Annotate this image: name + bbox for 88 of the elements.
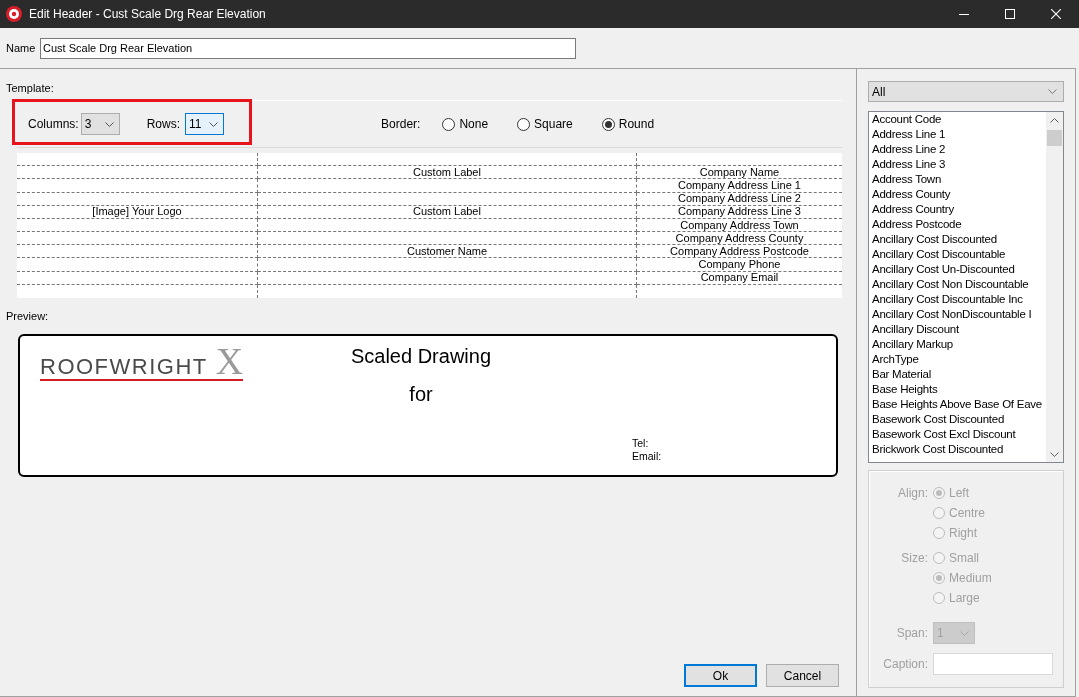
- contact-label: Email:: [632, 450, 662, 463]
- dialog-button[interactable]: Cancel: [766, 664, 839, 687]
- list-item[interactable]: Ancillary Cost Non Discountable: [869, 277, 1046, 292]
- chevron-down-icon: [104, 121, 114, 127]
- list-item[interactable]: Base Heights: [869, 382, 1046, 397]
- list-item[interactable]: Address Line 3: [869, 157, 1046, 172]
- scrollbar-thumb[interactable]: [1047, 130, 1062, 146]
- list-item[interactable]: Base Heights Above Base Of Eave: [869, 397, 1046, 412]
- list-item[interactable]: Basework Cost Excl Discount: [869, 427, 1046, 442]
- name-label: Name: [6, 42, 37, 54]
- template-cell[interactable]: Company Address County: [637, 232, 842, 246]
- list-item[interactable]: Ancillary Cost Discountable Inc: [869, 292, 1046, 307]
- chevron-down-icon: [960, 630, 969, 636]
- template-cell[interactable]: [17, 258, 258, 272]
- template-cell[interactable]: [258, 271, 637, 285]
- logo-wordmark: ROOFWRIGHT X: [40, 346, 244, 381]
- border-label: Border:: [381, 117, 421, 131]
- scrollbar[interactable]: [1046, 112, 1063, 462]
- property-label: Caption:: [882, 656, 928, 673]
- rows-label: Rows:: [146, 117, 181, 131]
- template-cell[interactable]: [17, 232, 258, 246]
- section-label: Template:: [6, 81, 54, 95]
- list-item[interactable]: Bar Material: [869, 367, 1046, 382]
- template-cell[interactable]: [258, 153, 637, 167]
- list-item[interactable]: Ancillary Cost Discounted: [869, 232, 1046, 247]
- property-label: Size:: [900, 550, 928, 567]
- list-item[interactable]: Ancillary Markup: [869, 337, 1046, 352]
- template-cell[interactable]: Company Address Line 1: [637, 179, 842, 193]
- template-cell[interactable]: [258, 232, 637, 246]
- template-cell[interactable]: Company Address Town: [637, 218, 842, 233]
- maximize-icon[interactable]: [1005, 9, 1015, 19]
- template-cell[interactable]: [258, 218, 637, 233]
- list-item[interactable]: Account Code: [869, 112, 1046, 127]
- contact-label: Tel:: [632, 437, 649, 450]
- dialog-button[interactable]: Ok: [684, 664, 757, 687]
- list-item[interactable]: Address Town: [869, 172, 1046, 187]
- list-item[interactable]: Basework Cost Discounted: [869, 412, 1046, 427]
- property-label: Align:: [896, 485, 928, 502]
- template-cell[interactable]: Custom Label: [258, 166, 637, 180]
- list-item[interactable]: Ancillary Cost Discountable: [869, 247, 1046, 262]
- list-item[interactable]: ArchType: [869, 352, 1046, 367]
- template-cell[interactable]: [17, 153, 258, 167]
- radio-option[interactable]: Round: [601, 117, 655, 131]
- list-item[interactable]: Ancillary Cost NonDiscountable I: [869, 307, 1046, 322]
- chevron-down-icon: [1050, 451, 1059, 457]
- list-item[interactable]: Address Line 1: [869, 127, 1046, 142]
- template-cell[interactable]: Company Phone: [637, 258, 842, 272]
- minimize-icon[interactable]: [959, 13, 969, 15]
- template-cell[interactable]: [Image] Your Logo: [17, 205, 258, 219]
- columns-label: Columns:: [28, 117, 79, 131]
- rows-dropdown[interactable]: 11: [185, 113, 225, 135]
- chevron-down-icon: [1048, 89, 1057, 94]
- chevron-down-icon: [209, 121, 219, 127]
- radio-option[interactable]: Square: [517, 117, 573, 131]
- list-item[interactable]: Address Country: [869, 202, 1046, 217]
- template-cell[interactable]: Customer Name: [258, 245, 637, 259]
- filter-dropdown[interactable]: All: [868, 81, 1064, 102]
- template-cell[interactable]: [17, 179, 258, 193]
- preview-title: Scaled Drawing: [350, 344, 492, 368]
- template-cell[interactable]: Company Address Line 3: [637, 205, 842, 219]
- list-item[interactable]: Address Line 2: [869, 142, 1046, 157]
- template-cell[interactable]: Company Email: [637, 271, 842, 285]
- template-cell[interactable]: [258, 258, 637, 272]
- close-icon[interactable]: [1051, 9, 1061, 19]
- name-field[interactable]: Cust Scale Drg Rear Elevation: [40, 37, 576, 59]
- template-cell[interactable]: [17, 218, 258, 233]
- list-item[interactable]: Ancillary Cost Un-Discounted: [869, 262, 1046, 277]
- template-cell[interactable]: [258, 192, 637, 206]
- window-title: Edit Header - Cust Scale Drg Rear Elevation: [29, 7, 267, 21]
- property-label: Span:: [895, 625, 928, 642]
- section-label: Preview:: [6, 309, 49, 323]
- template-cell[interactable]: Custom Label: [258, 205, 637, 219]
- list-item[interactable]: Address Postcode: [869, 217, 1046, 232]
- columns-dropdown[interactable]: 3: [80, 113, 120, 135]
- preview-subtitle: for: [409, 382, 433, 406]
- template-cell[interactable]: Company Address Postcode: [637, 245, 842, 259]
- template-cell[interactable]: [258, 179, 637, 193]
- template-cell[interactable]: [17, 245, 258, 259]
- app-icon: [6, 6, 22, 22]
- template-cell[interactable]: [17, 271, 258, 285]
- template-cell[interactable]: Company Address Line 2: [637, 192, 842, 206]
- template-cell[interactable]: [17, 192, 258, 206]
- list-item[interactable]: Brickwork Cost Discounted: [869, 442, 1046, 457]
- list-item[interactable]: Address County: [869, 187, 1046, 202]
- template-cell[interactable]: Company Name: [637, 166, 842, 180]
- list-item[interactable]: Ancillary Discount: [869, 322, 1046, 337]
- template-cell[interactable]: [17, 166, 258, 180]
- chevron-up-icon: [1050, 117, 1059, 123]
